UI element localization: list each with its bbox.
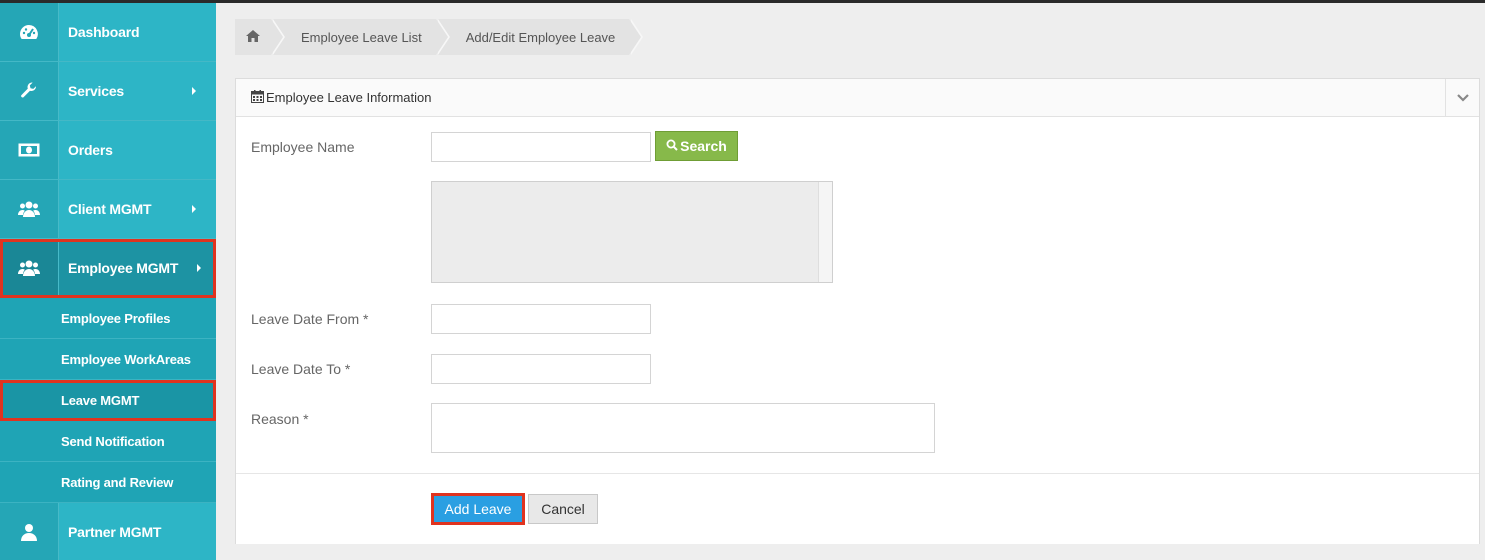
leave-date-to-label: Leave Date To * (251, 361, 351, 377)
employee-results-list[interactable] (431, 181, 833, 283)
sidebar-item-label: Orders (68, 142, 113, 158)
search-button-label: Search (680, 138, 727, 154)
caret-right-icon (192, 87, 196, 95)
submenu-item-leave-mgmt[interactable]: Leave MGMT (0, 380, 216, 421)
reason-label: Reason * (251, 411, 309, 427)
money-icon (0, 121, 59, 179)
chevron-down-icon (1456, 89, 1469, 107)
sidebar-item-label: Dashboard (68, 24, 140, 40)
breadcrumb-employee-leave-list[interactable]: Employee Leave List (273, 19, 450, 55)
submenu-item-send-notification[interactable]: Send Notification (0, 421, 216, 462)
results-scrollbar[interactable] (818, 182, 832, 282)
employee-name-label: Employee Name (251, 139, 355, 155)
form-actions: Add Leave Cancel (236, 473, 1479, 544)
sidebar-item-dashboard[interactable]: Dashboard (0, 3, 216, 62)
sidebar-item-label: Client MGMT (68, 201, 152, 217)
search-button[interactable]: Search (655, 131, 738, 161)
search-icon (666, 138, 678, 154)
employee-mgmt-submenu: Employee Profiles Employee WorkAreas Lea… (0, 298, 216, 503)
users-icon (0, 180, 59, 238)
user-icon (0, 503, 59, 560)
leave-date-from-label: Leave Date From * (251, 311, 369, 327)
cancel-button[interactable]: Cancel (528, 494, 598, 524)
breadcrumb: Employee Leave List Add/Edit Employee Le… (235, 19, 643, 55)
collapse-button[interactable] (1445, 79, 1479, 116)
submenu-item-employee-profiles[interactable]: Employee Profiles (0, 298, 216, 339)
caret-right-icon (192, 205, 196, 213)
leave-form-panel: Employee Leave Information Employee Name… (235, 78, 1480, 544)
top-border (0, 0, 1485, 3)
dashboard-icon (0, 3, 59, 61)
panel-header: Employee Leave Information (236, 79, 1479, 117)
add-leave-button[interactable]: Add Leave (431, 493, 525, 525)
reason-textarea[interactable] (431, 403, 935, 453)
submenu-item-rating-review[interactable]: Rating and Review (0, 462, 216, 503)
sidebar: Dashboard Services Orders Client MGMT Em… (0, 3, 216, 560)
leave-date-to-input[interactable] (431, 354, 651, 384)
wrench-icon (0, 62, 59, 120)
caret-right-icon (197, 264, 201, 272)
panel-title-text: Employee Leave Information (266, 90, 432, 105)
breadcrumb-add-edit-leave: Add/Edit Employee Leave (437, 19, 643, 55)
sidebar-item-label: Services (68, 83, 125, 99)
calendar-icon (251, 89, 264, 106)
leave-date-from-input[interactable] (431, 304, 651, 334)
sidebar-item-label: Partner MGMT (68, 524, 162, 540)
sidebar-item-employee-mgmt[interactable]: Employee MGMT (0, 239, 216, 298)
sidebar-item-label: Employee MGMT (68, 260, 179, 276)
home-icon (246, 29, 260, 45)
sidebar-item-partner-mgmt[interactable]: Partner MGMT (0, 503, 216, 560)
sidebar-item-client-mgmt[interactable]: Client MGMT (0, 180, 216, 239)
users-icon (0, 239, 59, 297)
breadcrumb-home[interactable] (235, 19, 285, 55)
submenu-item-employee-workareas[interactable]: Employee WorkAreas (0, 339, 216, 380)
sidebar-item-orders[interactable]: Orders (0, 121, 216, 180)
panel-title: Employee Leave Information (236, 89, 432, 106)
employee-name-input[interactable] (431, 132, 651, 162)
sidebar-item-services[interactable]: Services (0, 62, 216, 121)
